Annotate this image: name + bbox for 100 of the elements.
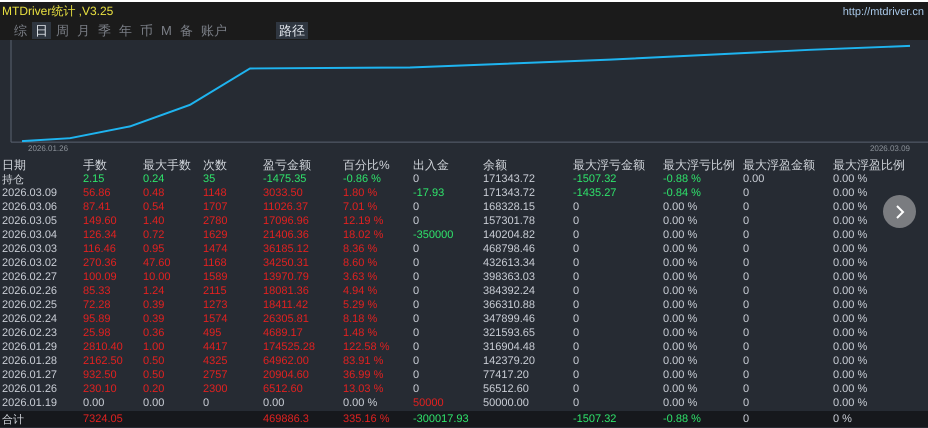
table-cell-text: 0.50 — [143, 369, 166, 381]
table-cell-text: 1707 — [203, 201, 228, 213]
tab[interactable]: M — [158, 22, 175, 39]
table-cell-text: 495 — [203, 327, 222, 339]
column-header: 最大浮亏金额 — [573, 157, 646, 174]
table-cell-text: 2026.01.28 — [2, 355, 58, 367]
table-cell-text: 0.72 — [143, 229, 166, 241]
table-cell-text: 174525.28 — [263, 341, 316, 353]
table-cell-text: 126.34 — [83, 229, 118, 241]
table-cell-text: 366310.88 — [483, 299, 536, 311]
table-cell-text: 140204.82 — [483, 229, 536, 241]
tab[interactable]: 周 — [53, 22, 72, 39]
table-cell-text: 50000 — [413, 397, 445, 409]
table-cell-text: 6512.60 — [263, 383, 304, 395]
table-cell-text: 0.00 — [743, 173, 766, 185]
table-cell-text: 10.00 — [143, 271, 172, 283]
table-cell-text: 0 — [743, 243, 750, 255]
table-cell-text: 0.00 % — [663, 327, 698, 339]
table-cell-text: -300017.93 — [413, 413, 470, 425]
table-cell-text: -17.93 — [413, 187, 446, 199]
table-cell-text: 0 — [413, 369, 420, 381]
table-cell-text: 5.29 % — [343, 299, 378, 311]
table-cell-text: 7.01 % — [343, 201, 378, 213]
table-cell-text: 0 — [573, 299, 580, 311]
table-cell-text: 0 — [573, 355, 580, 367]
table-cell-text: -0.86 % — [343, 173, 382, 185]
table-cell-text: 2026.02.27 — [2, 271, 58, 283]
table-cell-text: 25.98 — [83, 327, 112, 339]
table-cell-text: 47.60 — [143, 257, 172, 269]
table-cell-text: 0.00 % — [833, 327, 868, 339]
table-cell-text: 56.86 — [83, 187, 112, 199]
table-cell-text: 168328.15 — [483, 201, 536, 213]
tab[interactable]: 综 — [11, 22, 30, 39]
website-link[interactable]: http://mtdriver.cn — [842, 6, 924, 18]
table-cell-text: 64962.00 — [263, 355, 310, 367]
table-cell-text: 56512.60 — [483, 383, 530, 395]
table-cell-text: 合计 — [2, 412, 25, 426]
table-cell-text: 0.54 — [143, 201, 166, 213]
table-cell-text: 0.00 % — [663, 341, 698, 353]
table-cell-text: 8.60 % — [343, 257, 378, 269]
table-cell-text: 0.00 % — [343, 397, 378, 409]
table-cell-text: 0.00 % — [833, 383, 868, 395]
next-button[interactable] — [883, 195, 916, 228]
table-cell-text: 0 — [413, 243, 420, 255]
tab[interactable]: 账户 — [198, 22, 230, 39]
tab[interactable]: 备 — [176, 22, 196, 39]
table-cell-text: 0 — [743, 201, 750, 213]
tab[interactable]: 年 — [116, 22, 135, 39]
table-cell-text: 2026.02.25 — [2, 299, 58, 311]
table-cell-text: 100.09 — [83, 271, 118, 283]
table-cell-text: 0 — [743, 215, 750, 227]
table-cell-text: 0 — [203, 397, 210, 409]
table-cell-text: 1.00 — [143, 341, 166, 353]
table-cell-text: 157301.78 — [483, 215, 536, 227]
window-title: MTDriver统计 ,V3.25 — [2, 3, 114, 20]
table-cell-text: 0 — [573, 201, 580, 213]
table-cell-text: 116.46 — [83, 243, 117, 255]
column-header: 最大浮盈金额 — [743, 157, 816, 174]
table-cell-text: 2026.03.03 — [2, 243, 58, 255]
table-cell-text: 0 — [573, 327, 580, 339]
table-cell-text: 4417 — [203, 341, 228, 353]
table-cell-text: 0.00 % — [833, 313, 868, 325]
table-cell-text: 0 — [573, 229, 580, 241]
table-cell-text: 35 — [203, 173, 216, 185]
table-cell-text: 0 % — [833, 413, 853, 425]
table-cell-text: 13.03 % — [343, 383, 384, 395]
table-cell-text: 18081.36 — [263, 285, 310, 297]
table-cell-text: 2757 — [203, 369, 228, 381]
table-cell-text: 149.60 — [83, 215, 118, 227]
column-header: 日期 — [2, 157, 27, 174]
tab[interactable]: 币 — [137, 22, 156, 39]
table-cell-text: 20904.60 — [263, 369, 310, 381]
table-cell-text: 50000.00 — [483, 397, 530, 409]
table-cell-text: 0.24 — [143, 173, 166, 185]
table-cell-text: 171343.72 — [483, 173, 536, 185]
table-cell-text: 1148 — [203, 187, 228, 199]
table-cell-text: 0.00 % — [833, 369, 868, 381]
table-cell-text: 0.95 — [143, 243, 166, 255]
table-cell-text: 1474 — [203, 243, 228, 255]
table-cell-text: 0.00 — [263, 397, 286, 409]
path-button[interactable]: 路径 — [276, 22, 308, 39]
table-cell-text: 398363.03 — [483, 271, 536, 283]
table-cell-text: 36185.12 — [263, 243, 310, 255]
table-cell-text: 36.99 % — [343, 369, 384, 381]
table-cell-text: 0 — [573, 285, 580, 297]
table-cell-text: 0.00 % — [663, 215, 698, 227]
table-cell-text: 932.50 — [83, 369, 118, 381]
table-cell-text: 2780 — [203, 215, 228, 227]
tab[interactable]: 月 — [74, 22, 93, 39]
tab[interactable]: 日 — [32, 22, 51, 39]
table-cell-text: 1168 — [203, 257, 228, 269]
table-cell-text: 0.00 % — [663, 299, 698, 311]
tab[interactable]: 季 — [95, 22, 114, 39]
table-cell-text: 0 — [743, 341, 750, 353]
table-cell-text: 4689.17 — [263, 327, 304, 339]
table-cell-text: 0.00 % — [663, 285, 698, 297]
table-cell-text: 0 — [573, 341, 580, 353]
table-cell-text: 0.50 — [143, 355, 166, 367]
column-header: 手数 — [83, 157, 108, 174]
table-cell-text: 18.02 % — [343, 229, 384, 241]
